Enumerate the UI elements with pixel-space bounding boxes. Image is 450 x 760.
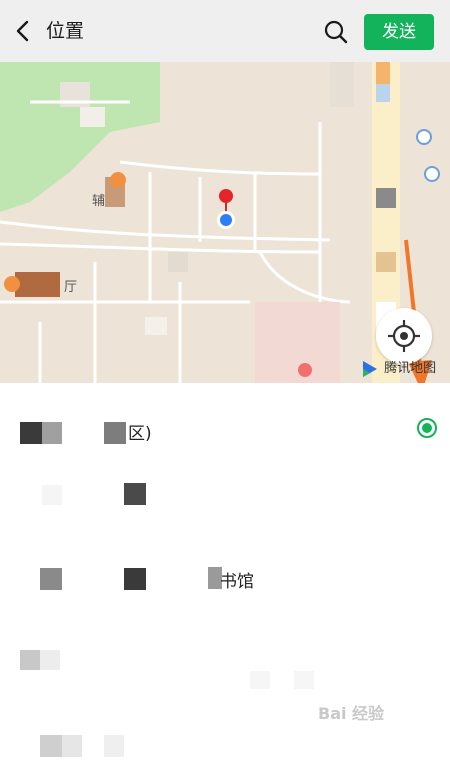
map-provider-label: 腾讯地图: [384, 361, 437, 376]
locate-icon: [388, 320, 420, 352]
map-blur: [376, 252, 396, 272]
poi-icon: [110, 172, 126, 188]
map-blur: [376, 188, 396, 208]
blur-block: [20, 650, 40, 670]
blur-block: [40, 735, 62, 757]
blur-block: [42, 422, 62, 444]
map-blur: [376, 84, 390, 102]
watermark: Bai 经验: [318, 704, 385, 723]
location-name: 书馆: [220, 572, 254, 592]
blur-block: [42, 485, 62, 505]
location-pin-icon: [219, 189, 233, 203]
current-location-dot-icon: [220, 214, 232, 226]
poi-label: 辅: [92, 194, 106, 209]
map-blur: [376, 62, 390, 84]
blur-block: [250, 671, 270, 689]
chevron-left-icon[interactable]: [10, 18, 36, 44]
location-name: 区): [128, 424, 152, 444]
page-title: 位置: [46, 20, 85, 42]
list-item[interactable]: 区): [0, 385, 450, 465]
poi-label: 厅: [64, 280, 78, 295]
poi-icon: [4, 276, 20, 292]
tencent-map-logo-icon: [363, 360, 377, 377]
blur-block: [20, 422, 42, 444]
poi-icon: [416, 129, 432, 145]
hospital-poi-icon: [298, 363, 312, 377]
blur-block: [124, 483, 146, 505]
map-blur: [330, 62, 354, 107]
map-blur: [80, 107, 105, 127]
blur-block: [294, 671, 314, 689]
hospital-area: [255, 302, 340, 383]
locate-button[interactable]: [376, 308, 432, 364]
top-bar: 位置 发送: [0, 0, 450, 62]
list-item[interactable]: [0, 465, 450, 545]
search-icon[interactable]: [322, 18, 350, 46]
poi-icon: [424, 166, 440, 182]
list-item[interactable]: [0, 625, 450, 705]
send-button[interactable]: 发送: [364, 14, 434, 50]
blur-block: [40, 650, 60, 670]
map-provider-logo: 腾讯地图: [360, 358, 436, 380]
selected-radio-icon[interactable]: [417, 418, 437, 438]
blur-block: [104, 422, 126, 444]
blur-block: [62, 735, 82, 757]
map-blur: [15, 272, 60, 297]
list-item[interactable]: 书馆: [0, 545, 450, 625]
map-blur: [168, 252, 188, 272]
blur-block: [40, 568, 62, 590]
map-blur: [145, 317, 167, 335]
blur-block: [104, 735, 124, 757]
blur-block: [124, 568, 146, 590]
